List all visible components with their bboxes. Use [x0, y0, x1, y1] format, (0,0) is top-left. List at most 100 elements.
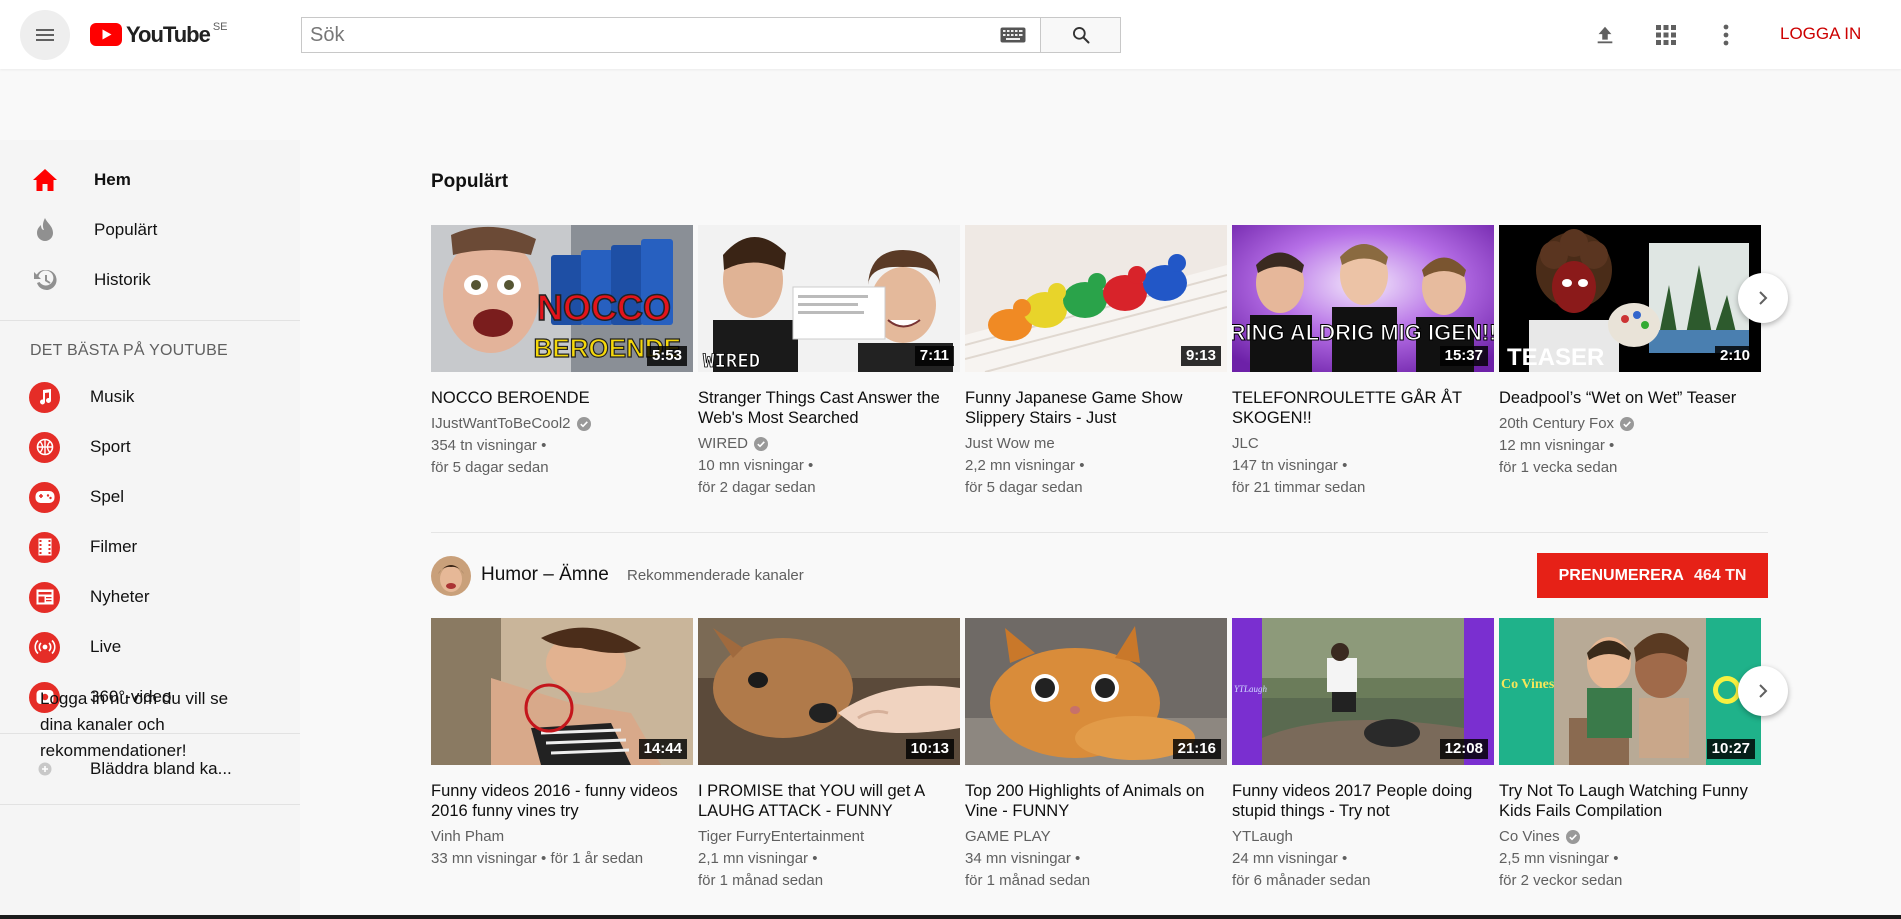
video-card[interactable]: 14:44 Funny videos 2016 - funny videos 2…: [431, 618, 693, 870]
channel-avatar[interactable]: [431, 556, 471, 596]
channel-name-row: Just Wow me: [965, 433, 1227, 455]
video-title[interactable]: Funny videos 2017 People doing stupid th…: [1232, 781, 1494, 821]
channel-name[interactable]: Tiger FurryEntertainment: [698, 826, 864, 848]
signin-button[interactable]: LOGGA IN: [1780, 24, 1861, 44]
view-count: 24 mn visningar •: [1232, 850, 1348, 867]
view-count: 12 mn visningar •: [1499, 437, 1615, 454]
sidebar-item-label: Musik: [90, 387, 135, 406]
subscribe-button[interactable]: PRENUMERERA 464 TN: [1537, 553, 1768, 598]
video-card[interactable]: WIRED 7:11 Stranger Things Cast Answer t…: [698, 225, 960, 499]
video-thumbnail[interactable]: WIRED 7:11: [698, 225, 960, 372]
view-count-text: 2,5 mn visningar: [1499, 850, 1610, 867]
sidebar-item-history[interactable]: Historik: [0, 255, 300, 305]
upload-age: för 1 vecka sedan: [1499, 459, 1618, 476]
video-title[interactable]: Try Not To Laugh Watching Funny Kids Fai…: [1499, 781, 1761, 821]
upload-age: för 6 månader sedan: [1232, 872, 1371, 889]
video-card[interactable]: 10:13 I PROMISE that YOU will get A LAUH…: [698, 618, 960, 892]
video-card[interactable]: YTLaugh 12:08 Funny videos 2017 People d…: [1232, 618, 1494, 892]
shelf-title-popular[interactable]: Populärt: [431, 171, 508, 193]
channel-subtitle: Rekommenderade kanaler: [627, 567, 804, 584]
video-title[interactable]: I PROMISE that YOU will get A LAUHG ATTA…: [698, 781, 960, 821]
video-card[interactable]: "RING ALDRIG MIG IGEN!!" 15:37 TELEFONRO…: [1232, 225, 1494, 499]
channel-name[interactable]: GAME PLAY: [965, 826, 1051, 848]
music-icon: [29, 381, 60, 413]
video-thumbnail[interactable]: 21:16: [965, 618, 1227, 765]
channel-name[interactable]: Just Wow me: [965, 433, 1055, 455]
sidebar-item-movies[interactable]: Filmer: [0, 522, 300, 572]
video-title[interactable]: Funny Japanese Game Show Slippery Stairs…: [965, 388, 1227, 428]
thumb-text: Co Vines: [1501, 677, 1555, 692]
video-title[interactable]: TELEFONROULETTE GÅR ÅT SKOGEN!!: [1232, 388, 1494, 428]
news-icon: [29, 581, 60, 613]
upload-age: för 21 timmar sedan: [1232, 479, 1366, 496]
sidebar-item-news[interactable]: Nyheter: [0, 572, 300, 622]
video-thumbnail[interactable]: 14:44: [431, 618, 693, 765]
youtube-logo[interactable]: YouTube SE: [90, 21, 228, 47]
video-thumbnail[interactable]: Co Vines 10:27: [1499, 618, 1761, 765]
more-vertical-icon: [1723, 24, 1729, 46]
video-thumbnail[interactable]: 9:13: [965, 225, 1227, 372]
chevron-right-icon: [1759, 291, 1768, 305]
upload-icon: [1597, 26, 1613, 44]
video-title[interactable]: Deadpool’s “Wet on Wet” Teaser: [1499, 388, 1761, 408]
channel-name[interactable]: YTLaugh: [1232, 826, 1293, 848]
channel-name[interactable]: WIRED: [698, 433, 748, 455]
video-title[interactable]: Funny videos 2016 - funny videos 2016 fu…: [431, 781, 693, 821]
signin-prompt-text: Logga in nu om du vill se dina kanaler o…: [40, 689, 229, 760]
sidebar-item-label: Sport: [90, 437, 131, 456]
channel-name-row: WIRED: [698, 433, 960, 455]
video-title[interactable]: Top 200 Highlights of Animals on Vine - …: [965, 781, 1227, 821]
thumb-text: WIRED: [703, 350, 760, 372]
logo-wordmark: YouTube: [126, 22, 211, 47]
sidebar-item-sport[interactable]: Sport: [0, 422, 300, 472]
upload-age: för 1 månad sedan: [698, 872, 824, 889]
verified-icon: [576, 417, 591, 431]
search-input[interactable]: [302, 18, 1000, 52]
sidebar-item-trending[interactable]: Populärt: [0, 205, 300, 255]
channel-name[interactable]: IJustWantToBeCool2: [431, 413, 571, 435]
guide-menu-button[interactable]: [20, 10, 70, 60]
channel-name[interactable]: 20th Century Fox: [1499, 413, 1614, 435]
video-duration: 15:37: [1439, 346, 1488, 366]
video-card[interactable]: 21:16 Top 200 Highlights of Animals on V…: [965, 618, 1227, 892]
view-count-text: 34 mn visningar: [965, 850, 1071, 867]
video-thumbnail[interactable]: "RING ALDRIG MIG IGEN!!" 15:37: [1232, 225, 1494, 372]
fire-icon: [30, 215, 60, 245]
video-thumbnail[interactable]: NOCCO BEROENDE 5:53: [431, 225, 693, 372]
video-card[interactable]: NOCCO BEROENDE 5:53 NOCCO BEROENDE IJust…: [431, 225, 693, 479]
video-thumbnail[interactable]: YTLaugh 12:08: [1232, 618, 1494, 765]
apps-button[interactable]: [1651, 20, 1681, 50]
history-icon: [30, 265, 60, 295]
channel-name[interactable]: Vinh Pham: [431, 826, 504, 848]
sidebar-item-music[interactable]: Musik: [0, 372, 300, 422]
upload-button[interactable]: [1590, 20, 1620, 50]
view-count: 354 tn visningar •: [431, 437, 547, 454]
shelf-next-button[interactable]: [1738, 273, 1788, 323]
view-count-text: 2,2 mn visningar: [965, 457, 1076, 474]
sidebar-item-label: Nyheter: [90, 587, 150, 606]
sidebar-item-home[interactable]: Hem: [0, 155, 300, 205]
channel-name[interactable]: Co Vines: [1499, 826, 1560, 848]
channel-name-row: 20th Century Fox: [1499, 413, 1761, 435]
sidebar-item-live[interactable]: Live: [0, 622, 300, 672]
video-card[interactable]: TEASER 2:10 Deadpool’s “Wet on Wet” Teas…: [1499, 225, 1761, 479]
video-title[interactable]: NOCCO BEROENDE: [431, 388, 693, 408]
video-thumbnail[interactable]: 10:13: [698, 618, 960, 765]
bottom-edge: [0, 915, 1901, 919]
keyboard-icon[interactable]: [1000, 27, 1026, 43]
thumb-text: TEASER: [1507, 344, 1604, 371]
video-duration: 7:11: [914, 346, 954, 366]
youtube-play-icon: [90, 23, 122, 46]
video-card[interactable]: 9:13 Funny Japanese Game Show Slippery S…: [965, 225, 1227, 499]
video-thumbnail[interactable]: TEASER 2:10: [1499, 225, 1761, 372]
shelf-next-button[interactable]: [1738, 666, 1788, 716]
sidebar-item-gaming[interactable]: Spel: [0, 472, 300, 522]
video-card[interactable]: Co Vines 10:27 Try Not To Laugh Watching…: [1499, 618, 1761, 892]
view-count-text: 10 mn visningar: [698, 457, 804, 474]
channel-title[interactable]: Humor – Ämne: [481, 564, 609, 586]
video-duration: 12:08: [1439, 739, 1488, 759]
settings-menu-button[interactable]: [1711, 20, 1741, 50]
search-button[interactable]: [1040, 17, 1121, 53]
channel-name[interactable]: JLC: [1232, 433, 1259, 455]
video-title[interactable]: Stranger Things Cast Answer the Web's Mo…: [698, 388, 960, 428]
